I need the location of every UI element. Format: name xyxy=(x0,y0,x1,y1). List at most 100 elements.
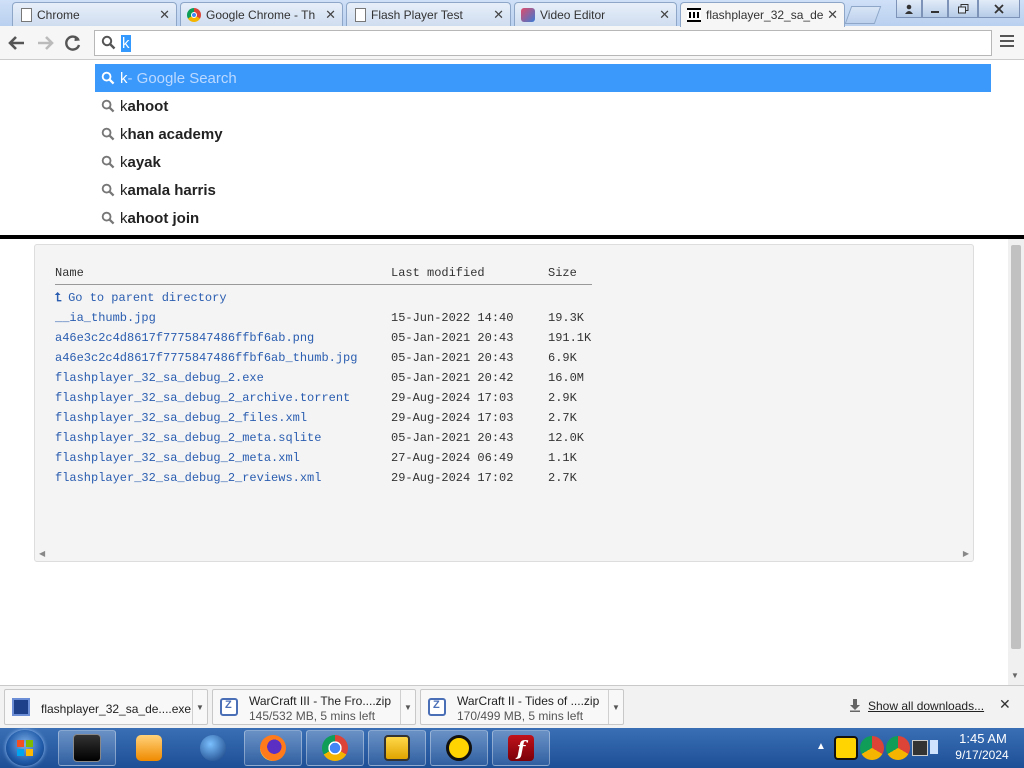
tab-google-chrome[interactable]: Google Chrome - Th ✕ xyxy=(180,2,343,26)
header-divider xyxy=(55,284,592,285)
file-modified: 05-Jan-2021 20:43 xyxy=(391,351,514,365)
address-bar[interactable]: k xyxy=(94,30,992,56)
taskbar-chrome[interactable] xyxy=(306,730,364,766)
back-button[interactable] xyxy=(6,32,28,54)
search-icon xyxy=(101,71,115,85)
taskbar-flash[interactable]: f xyxy=(492,730,550,766)
taskbar-firefox[interactable] xyxy=(244,730,302,766)
parent-directory-link[interactable]: ⮤ Go to parent directory xyxy=(55,291,227,305)
close-icon[interactable]: ✕ xyxy=(493,7,504,23)
file-link[interactable]: __ia_thumb.jpg xyxy=(55,311,156,325)
address-bar-query: k xyxy=(121,35,131,52)
taskbar-globe-app[interactable] xyxy=(184,730,242,766)
scroll-down-icon[interactable]: ▼ xyxy=(1011,671,1019,680)
media-app-icon xyxy=(73,734,101,762)
directory-listing: Name Last modified Size ⮤ Go to parent di… xyxy=(34,244,974,562)
parent-directory-row[interactable]: ⮤ Go to parent directory xyxy=(55,291,227,307)
vertical-scrollbar[interactable]: ▼ xyxy=(1008,239,1024,685)
search-icon xyxy=(101,127,115,141)
download-arrow-icon xyxy=(849,699,861,715)
horizontal-scrollbar[interactable]: ◀ ▶ xyxy=(39,549,969,558)
scrollbar-thumb[interactable] xyxy=(1011,245,1021,649)
close-icon[interactable]: ✕ xyxy=(159,7,170,23)
close-icon[interactable]: ✕ xyxy=(659,7,670,23)
tab-chrome[interactable]: Chrome ✕ xyxy=(12,2,177,26)
close-icon[interactable]: ✕ xyxy=(827,7,838,23)
clock-time[interactable]: 1:45 AM xyxy=(950,731,1016,746)
column-header-name[interactable]: Name xyxy=(55,266,84,282)
tab-video-editor[interactable]: Video Editor ✕ xyxy=(514,2,677,26)
file-link[interactable]: flashplayer_32_sa_debug_2_meta.sqlite xyxy=(55,431,321,445)
file-link[interactable]: flashplayer_32_sa_debug_2_files.xml xyxy=(55,411,307,425)
file-size: 1.1K xyxy=(548,451,577,465)
show-all-downloads-link[interactable]: Show all downloads... xyxy=(868,699,984,713)
close-icon[interactable]: ✕ xyxy=(325,7,336,23)
tab-flash-player-test[interactable]: Flash Player Test ✕ xyxy=(346,2,511,26)
scroll-left-icon[interactable]: ◀ xyxy=(39,549,45,558)
taskbar-media-player[interactable] xyxy=(120,730,178,766)
chevron-down-icon[interactable]: ▼ xyxy=(192,690,207,724)
network-icon[interactable] xyxy=(912,740,928,756)
suggestion-google-search[interactable]: k - Google Search xyxy=(95,64,991,92)
download-filename: WarCraft III - The Fro....zip xyxy=(249,694,392,708)
start-button[interactable] xyxy=(6,730,44,766)
minimize-button[interactable] xyxy=(922,0,948,18)
folder-app-icon xyxy=(384,735,410,761)
tab-flashplayer-archive[interactable]: flashplayer_32_sa_de ✕ xyxy=(680,2,845,27)
search-icon xyxy=(101,155,115,169)
tray-app-icon[interactable] xyxy=(834,736,858,760)
video-editor-icon xyxy=(521,7,535,22)
file-modified: 05-Jan-2021 20:43 xyxy=(391,331,514,345)
table-row: flashplayer_32_sa_debug_2_meta.xml 27-Au… xyxy=(35,451,635,467)
zip-file-icon xyxy=(220,698,238,716)
file-modified: 27-Aug-2024 06:49 xyxy=(391,451,514,465)
forward-button[interactable] xyxy=(34,32,56,54)
reload-button[interactable] xyxy=(62,32,84,54)
file-link[interactable]: flashplayer_32_sa_debug_2_meta.xml xyxy=(55,451,300,465)
suggestion-typed: k xyxy=(120,181,128,199)
close-window-button[interactable] xyxy=(978,0,1020,18)
download-item[interactable]: flashplayer_32_sa_de....exe ▼ xyxy=(4,689,208,725)
tab-title: Video Editor xyxy=(540,7,606,22)
file-modified: 15-Jun-2022 14:40 xyxy=(391,311,514,325)
file-modified: 05-Jan-2021 20:43 xyxy=(391,431,514,445)
tray-chrome-icon[interactable] xyxy=(886,736,910,760)
chevron-down-icon[interactable]: ▼ xyxy=(400,690,415,724)
new-tab-button[interactable] xyxy=(844,6,882,24)
column-header-modified[interactable]: Last modified xyxy=(391,266,485,282)
suggestion-item[interactable]: k amala harris xyxy=(95,176,991,204)
suggestion-item[interactable]: k ahoot xyxy=(95,92,991,120)
menu-icon[interactable] xyxy=(1000,35,1014,49)
file-link[interactable]: flashplayer_32_sa_debug_2_archive.torren… xyxy=(55,391,350,405)
restore-button[interactable] xyxy=(948,0,978,18)
clock-date[interactable]: 9/17/2024 xyxy=(944,748,1020,762)
download-item[interactable]: WarCraft III - The Fro....zip 145/532 MB… xyxy=(212,689,416,725)
file-size: 2.9K xyxy=(548,391,577,405)
suggestion-item[interactable]: k han academy xyxy=(95,120,991,148)
scroll-right-icon[interactable]: ▶ xyxy=(963,549,969,558)
column-header-size[interactable]: Size xyxy=(548,266,577,282)
close-icon[interactable]: ✕ xyxy=(999,696,1011,713)
parent-arrow-icon: ⮤ xyxy=(55,291,63,305)
chevron-down-icon[interactable]: ▼ xyxy=(608,690,623,724)
tray-chrome-icon[interactable] xyxy=(860,736,884,760)
taskbar-folder-app[interactable] xyxy=(368,730,426,766)
taskbar-game-launcher[interactable] xyxy=(430,730,488,766)
download-status: 170/499 MB, 5 mins left xyxy=(457,709,584,723)
download-item[interactable]: WarCraft II - Tides of ....zip 170/499 M… xyxy=(420,689,624,725)
file-size: 6.9K xyxy=(548,351,577,365)
suggestion-item[interactable]: k ahoot join xyxy=(95,204,991,232)
file-size: 19.3K xyxy=(548,311,585,325)
user-icon[interactable] xyxy=(896,0,922,18)
file-modified: 29-Aug-2024 17:03 xyxy=(391,391,514,405)
file-link[interactable]: flashplayer_32_sa_debug_2.exe xyxy=(55,371,264,385)
suggestion-item[interactable]: k ayak xyxy=(95,148,991,176)
chevron-up-icon[interactable]: ▲ xyxy=(816,741,826,752)
file-link[interactable]: a46e3c2c4d8617f7775847486ffbf6ab_thumb.j… xyxy=(55,351,357,365)
download-filename: flashplayer_32_sa_de....exe xyxy=(41,702,192,716)
volume-icon[interactable] xyxy=(930,740,938,754)
file-link[interactable]: a46e3c2c4d8617f7775847486ffbf6ab.png xyxy=(55,331,314,345)
file-link[interactable]: flashplayer_32_sa_debug_2_reviews.xml xyxy=(55,471,321,485)
search-icon xyxy=(101,183,115,197)
taskbar-media-app[interactable] xyxy=(58,730,116,766)
